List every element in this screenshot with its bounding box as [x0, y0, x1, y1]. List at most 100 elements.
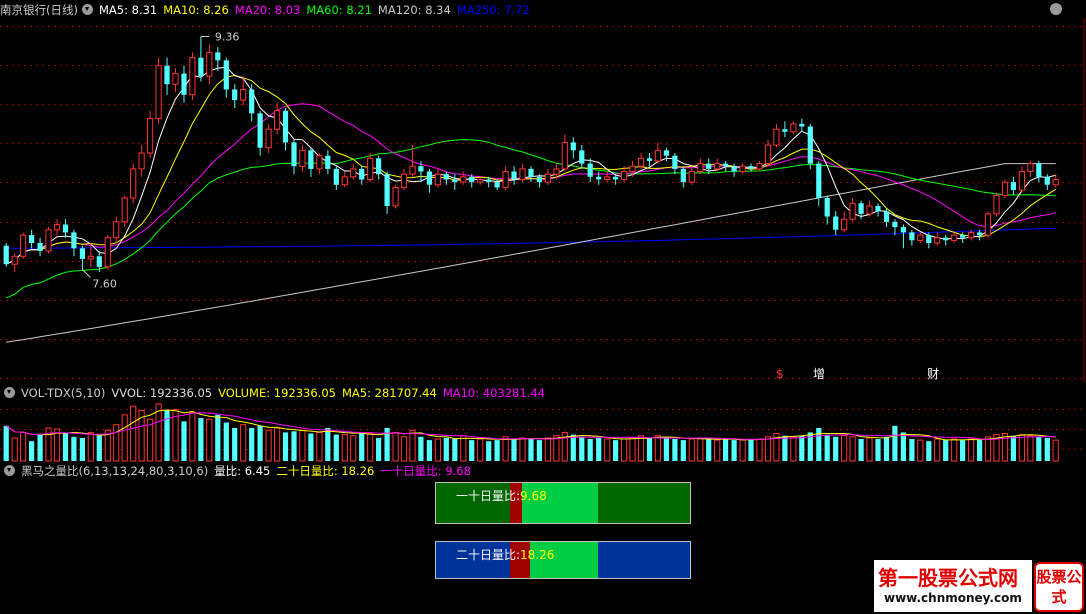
candle-body	[316, 155, 323, 170]
candle-body	[121, 197, 128, 223]
legend-item: MA60: 8.21	[306, 3, 372, 17]
candle-body	[96, 256, 102, 267]
volume-bar	[443, 437, 449, 461]
ma60-line	[5, 139, 1056, 299]
legend-item: VOLUME: 192336.05	[218, 386, 336, 400]
candle-body	[934, 237, 941, 244]
candle-body	[993, 194, 1000, 215]
volume-bar	[215, 414, 221, 461]
volume-bar	[723, 439, 729, 461]
candle-body	[926, 235, 932, 243]
legend-label: MA250:	[456, 3, 505, 17]
candle-body	[29, 235, 35, 243]
candle-body	[409, 165, 416, 175]
close-icon[interactable]	[1050, 3, 1062, 15]
volume-chart	[0, 403, 1086, 462]
candle-body	[299, 149, 306, 167]
volume-bar	[240, 424, 247, 462]
volume-bar	[875, 439, 881, 461]
candle-body	[968, 231, 975, 239]
candle-body	[426, 171, 432, 185]
volume-bar	[596, 437, 602, 461]
volume-bar	[544, 437, 551, 462]
volume-bar	[325, 428, 331, 461]
legend-label: MA60:	[306, 3, 347, 17]
volume-bar	[265, 429, 272, 462]
candle-body	[3, 245, 9, 265]
candle-body	[621, 171, 628, 180]
dropdown-icon[interactable]	[81, 4, 93, 15]
volume-bar	[926, 441, 932, 461]
volume-bar	[1018, 434, 1025, 462]
dropdown-icon[interactable]	[4, 387, 15, 398]
volume-bar	[731, 440, 737, 461]
candle-body	[138, 152, 145, 170]
legend-item: 二十日量比: 18.26	[276, 464, 374, 478]
candle-body	[1010, 182, 1016, 190]
candle-body	[604, 176, 611, 180]
volume-bar	[1036, 436, 1042, 461]
volume-bar	[299, 429, 306, 462]
candle-body	[359, 168, 365, 180]
candle-body	[147, 118, 154, 154]
candle-body	[688, 171, 695, 183]
candle-body	[325, 155, 331, 169]
volume-bar	[223, 422, 229, 461]
ma-legend-items: MA5: 8.31 MA10: 8.26 MA20: 8.03 MA60: 8.21 M…	[99, 3, 536, 17]
volume-bar	[816, 428, 822, 461]
legend-label: VVOL:	[111, 386, 150, 400]
volume-bar	[376, 437, 382, 461]
volume-bar	[37, 434, 43, 461]
candle-body	[875, 206, 881, 212]
candle-body	[198, 57, 204, 77]
volume-bar	[155, 403, 162, 462]
candle-body	[181, 73, 187, 95]
event-marker: $	[776, 367, 784, 381]
volume-bar	[87, 431, 94, 462]
candle-body	[1044, 176, 1050, 185]
candle-body	[587, 163, 593, 177]
legend-label: VOLUME:	[218, 386, 274, 400]
ma250-line	[6, 227, 1056, 249]
volume-bar	[621, 438, 628, 462]
volume-bar	[629, 437, 636, 462]
twenty-day-ratio-label: 二十日量比:	[456, 548, 521, 562]
volume-bar	[553, 435, 560, 462]
candle-body	[697, 163, 704, 173]
candle-body	[841, 218, 848, 231]
volume-bar	[460, 435, 467, 462]
volume-bar	[1010, 435, 1016, 461]
dropdown-icon[interactable]	[4, 465, 15, 476]
low-pointer	[82, 269, 91, 278]
legend-label: MA10:	[163, 3, 204, 17]
legend-label: MA10:	[442, 386, 483, 400]
legend-item: MA250: 7.72	[457, 3, 530, 17]
volume-bar	[706, 439, 712, 461]
candle-body	[748, 166, 754, 169]
candle-body	[892, 221, 898, 228]
candle-body	[206, 51, 213, 77]
candle-body	[104, 237, 111, 268]
candle-body	[866, 205, 873, 215]
stock-title: 南京银行(日线)	[0, 3, 78, 17]
volume-bar	[274, 427, 281, 462]
vol-ma10-line	[5, 412, 1056, 441]
candle-body	[790, 123, 797, 133]
candle-body	[79, 248, 85, 259]
volume-bar	[409, 429, 416, 462]
watermark-badge: 股票公式	[1036, 568, 1082, 606]
candle-body	[418, 166, 424, 172]
volume-bar	[426, 440, 432, 461]
candle-body	[680, 168, 686, 183]
candle-body	[629, 165, 636, 172]
volume-bar	[680, 440, 686, 461]
volume-bar	[841, 435, 848, 462]
volume-bar	[257, 425, 263, 461]
volume-bar	[637, 435, 645, 462]
ma120-line	[6, 163, 1056, 343]
legend-item: MA5: 281707.44	[342, 386, 437, 400]
volume-bar	[198, 418, 204, 461]
candlestick-chart: 9.36 7.60 $ 增 财	[0, 18, 1086, 382]
watermark-logo: 第一股票公式网 www.chnmoney.com 股票公式	[874, 560, 1084, 612]
high-label: 9.36	[215, 31, 240, 44]
